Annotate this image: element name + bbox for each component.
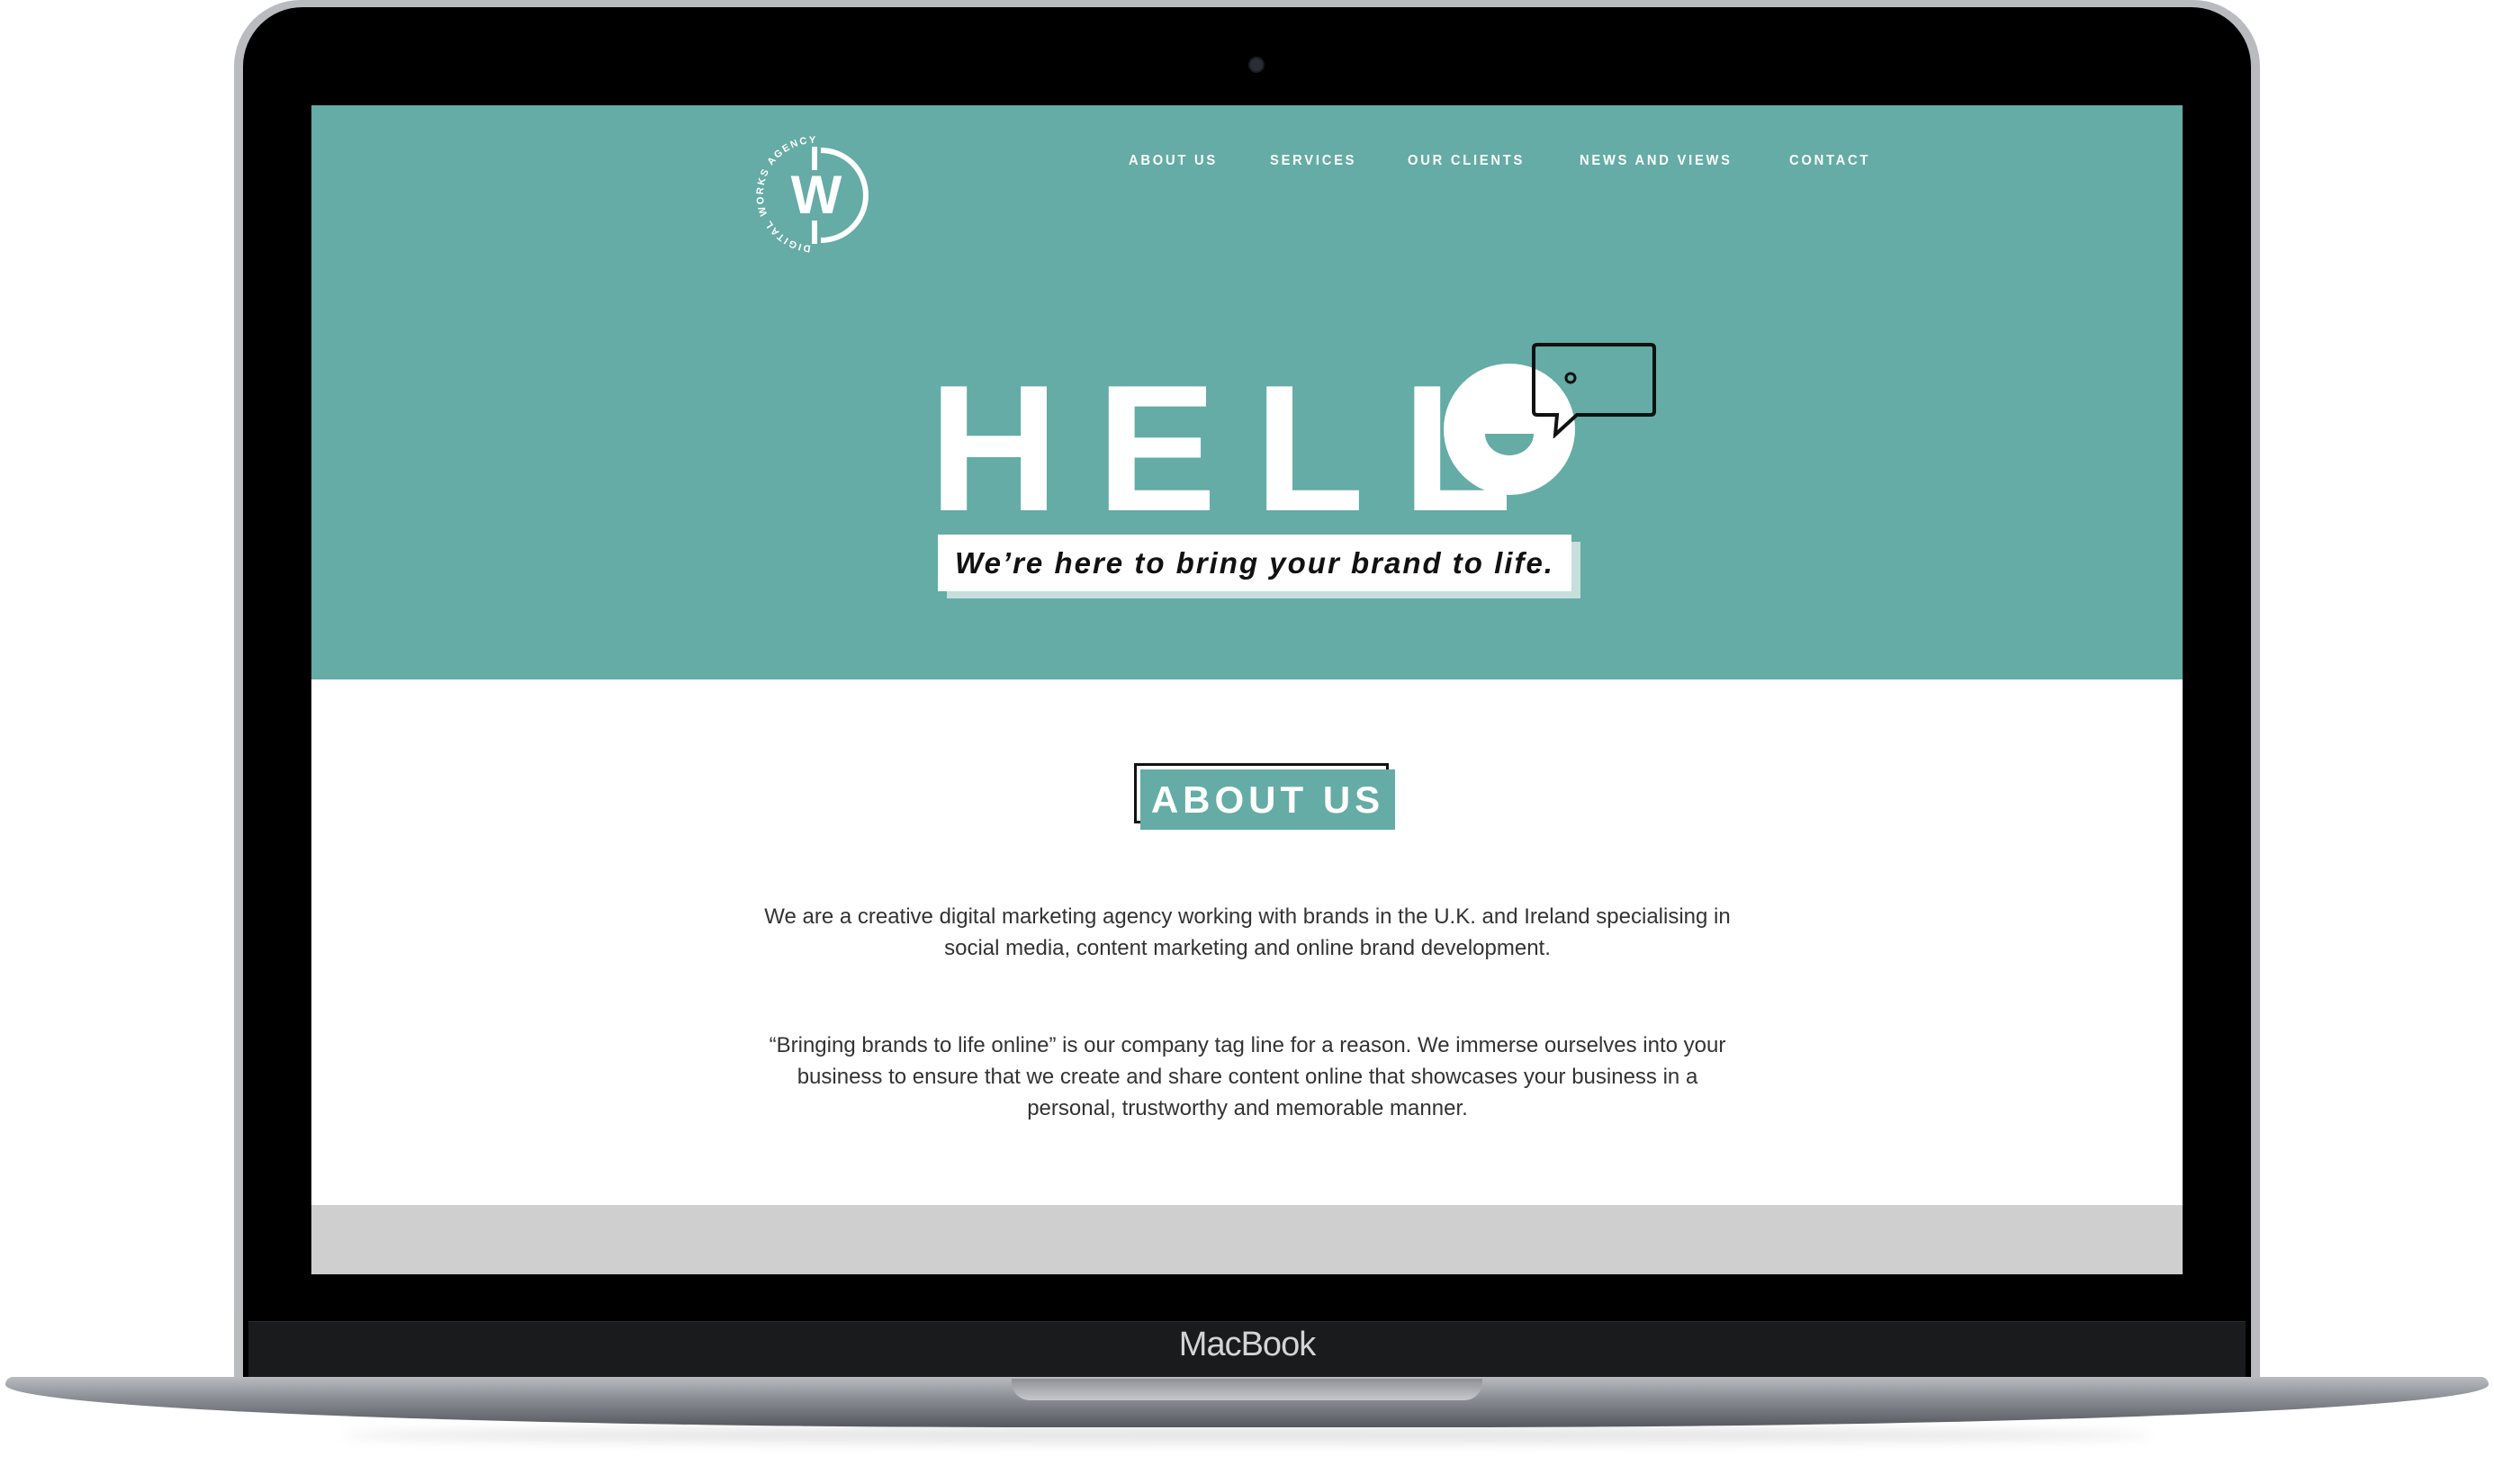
logo[interactable]: W DIGITAL WORKS AGENCY xyxy=(751,130,878,258)
camera-icon xyxy=(1248,57,1265,73)
about-paragraph-2: “Bringing brands to life online” is our … xyxy=(769,1033,1726,1120)
about-paragraph-1: We are a creative digital marketing agen… xyxy=(764,904,1731,960)
next-section-band xyxy=(311,1205,2183,1274)
speech-bubble-icon xyxy=(1532,343,1656,438)
tagline-text: We’re here to bring your brand to life. xyxy=(955,545,1554,580)
about-heading-box: ABOUT US xyxy=(1140,769,1395,830)
nav-news-and-views[interactable]: NEWS AND VIEWS xyxy=(1580,153,1733,169)
hero-section: W DIGITAL WORKS AGENCY ABOUT US SERVICES… xyxy=(311,105,2183,679)
website-screen: W DIGITAL WORKS AGENCY ABOUT US SERVICES… xyxy=(311,105,2183,1274)
nav-our-clients[interactable]: OUR CLIENTS xyxy=(1408,153,1525,169)
device-brand-label: MacBook xyxy=(1178,1326,1316,1363)
tagline-box: We’re here to bring your brand to life. xyxy=(938,535,1571,591)
nav-about-us[interactable]: ABOUT US xyxy=(1129,153,1218,169)
nav-services[interactable]: SERVICES xyxy=(1270,153,1356,169)
laptop-shadow xyxy=(342,1427,2152,1444)
about-heading: ABOUT US xyxy=(1150,778,1385,821)
nav-contact[interactable]: CONTACT xyxy=(1789,153,1870,169)
laptop-notch xyxy=(1012,1379,1482,1400)
logo-letter: W xyxy=(791,165,842,225)
main-nav: ABOUT US SERVICES OUR CLIENTS NEWS AND V… xyxy=(1129,153,1922,169)
